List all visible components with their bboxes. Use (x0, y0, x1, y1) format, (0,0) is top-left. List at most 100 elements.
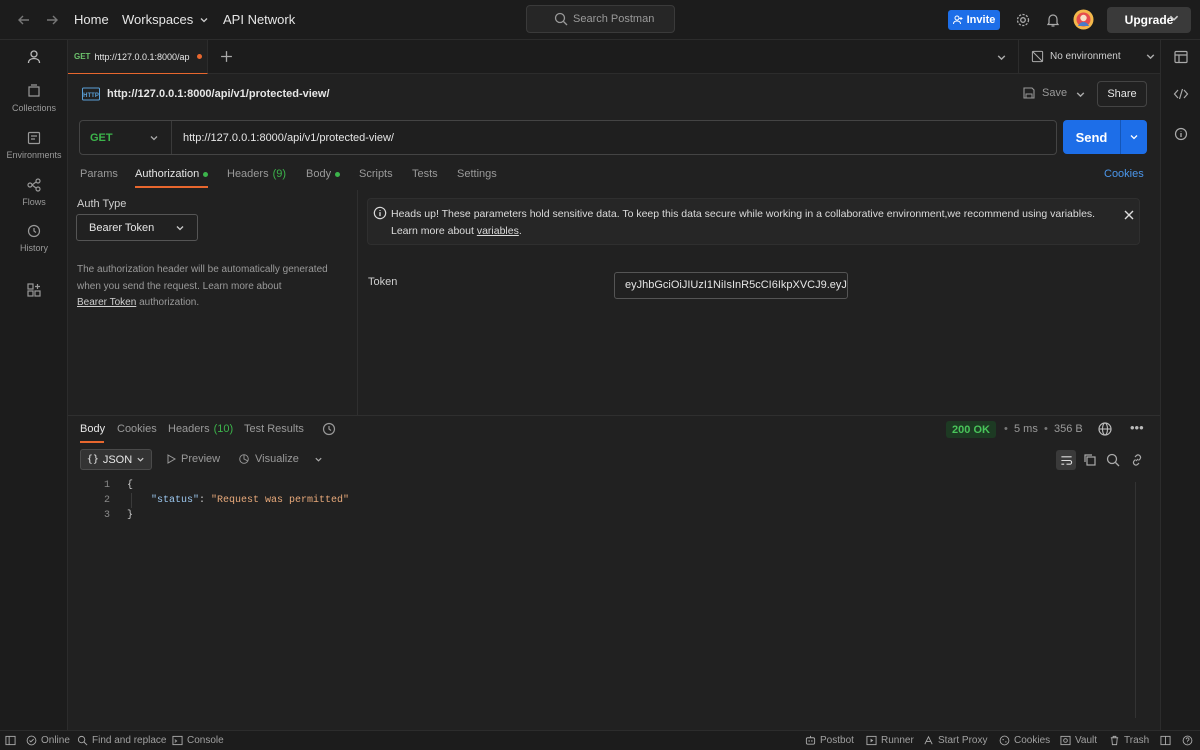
nav-home[interactable]: Home (74, 12, 109, 27)
tab-body-label: Body (306, 168, 332, 180)
globe-icon[interactable] (1097, 421, 1113, 437)
tab-tests[interactable]: Tests (412, 168, 438, 180)
add-user-icon (952, 15, 963, 25)
search-placeholder: Search Postman (573, 13, 655, 25)
nav-workspaces[interactable]: Workspaces (122, 12, 209, 27)
visualize-button[interactable]: Visualize (238, 453, 323, 465)
request-tab[interactable]: GET http://127.0.0.1:8000/ap (68, 40, 208, 74)
find-replace-label: Find and replace (92, 735, 167, 746)
format-select[interactable]: {} JSON (80, 449, 152, 470)
share-button[interactable]: Share (1097, 81, 1147, 107)
more-options-icon[interactable]: ••• (1130, 420, 1144, 435)
trash-button[interactable]: Trash (1109, 735, 1149, 746)
environment-selector[interactable]: No environment (1031, 50, 1156, 63)
tab-body[interactable]: Body (306, 168, 341, 180)
url-input[interactable]: http://127.0.0.1:8000/api/v1/protected-v… (183, 132, 394, 144)
history-icon[interactable] (321, 421, 337, 437)
save-button[interactable]: Save (1022, 86, 1067, 100)
link-icon[interactable] (1129, 452, 1145, 468)
cookies-link[interactable]: Cookies (1104, 168, 1144, 180)
tab-settings[interactable]: Settings (457, 168, 497, 180)
close-icon[interactable] (1123, 209, 1135, 221)
method-select[interactable]: GET (80, 121, 172, 154)
search-box[interactable]: Search Postman (526, 5, 675, 33)
active-tab-indicator (80, 441, 104, 443)
find-replace-button[interactable]: Find and replace (77, 735, 167, 746)
bearer-token-link[interactable]: Bearer Token (77, 297, 136, 308)
response-tab-body[interactable]: Body (80, 423, 105, 435)
bell-icon[interactable] (1045, 12, 1061, 28)
token-input[interactable]: eyJhbGciOiJIUzI1NiIsInR5cCI6IkpXVCJ9.eyJ… (614, 272, 848, 299)
code-line: 2 "status": "Request was permitted" (98, 493, 349, 508)
cookies-label: Cookies (1014, 735, 1051, 746)
history-icon (26, 223, 42, 239)
send-label: Send (1075, 129, 1108, 145)
toggle-sidebar-icon[interactable] (5, 735, 16, 746)
check-circle-icon (26, 735, 37, 746)
response-body-code: 1 { 2 "status": "Request was permitted" … (98, 478, 349, 523)
preview-button[interactable]: Preview (166, 453, 220, 465)
tab-headers[interactable]: Headers (9) (227, 168, 286, 180)
environments-icon (26, 130, 42, 146)
wrap-lines-icon[interactable] (1056, 450, 1076, 470)
code-icon[interactable] (1173, 86, 1189, 102)
runner-button[interactable]: Runner (866, 735, 914, 746)
copy-icon[interactable] (1082, 452, 1098, 468)
tab-method: GET (74, 52, 91, 61)
url-bar: GET http://127.0.0.1:8000/api/v1/protect… (79, 120, 1057, 155)
response-divider (68, 415, 1160, 416)
back-arrow-icon[interactable] (16, 12, 32, 28)
request-name[interactable]: http://127.0.0.1:8000/api/v1/protected-v… (107, 88, 330, 100)
right-sidebar (1160, 40, 1200, 730)
new-tab-plus-icon[interactable] (220, 50, 233, 63)
tab-authorization[interactable]: Authorization (135, 168, 209, 180)
layout-icon[interactable] (1160, 735, 1171, 746)
variables-link[interactable]: variables (477, 225, 519, 237)
save-options-chevron-icon[interactable] (1075, 89, 1086, 100)
chevron-down-icon (315, 457, 322, 462)
divider (1018, 40, 1019, 74)
collections-icon (26, 83, 42, 99)
send-options-chevron-icon[interactable] (1121, 132, 1147, 142)
start-proxy-button[interactable]: Start Proxy (923, 735, 987, 746)
user-icon[interactable] (26, 49, 42, 65)
response-tab-headers[interactable]: Headers (10) (168, 423, 233, 435)
response-tab-cookies[interactable]: Cookies (117, 423, 157, 435)
postbot-button[interactable]: Postbot (805, 735, 854, 746)
rail-collections-label: Collections (11, 103, 57, 113)
online-label: Online (41, 735, 70, 746)
info-icon[interactable] (1173, 126, 1189, 142)
tabs-chevron-down-icon[interactable] (996, 52, 1007, 63)
chevron-down-icon (200, 17, 208, 22)
nav-workspaces-label: Workspaces (122, 12, 194, 27)
runner-icon (866, 735, 877, 746)
tab-scripts[interactable]: Scripts (359, 168, 393, 180)
rail-flows[interactable]: Flows (0, 177, 68, 207)
online-status[interactable]: Online (26, 735, 70, 746)
help-icon[interactable] (1182, 735, 1193, 746)
vault-button[interactable]: Vault (1060, 735, 1097, 746)
tab-params[interactable]: Params (80, 168, 118, 180)
gear-icon[interactable] (1015, 12, 1031, 28)
rail-environments[interactable]: Environments (0, 130, 68, 160)
rail-collections[interactable]: Collections (0, 83, 68, 113)
code-line: 3 } (98, 508, 349, 523)
forward-arrow-icon[interactable] (44, 12, 60, 28)
send-button[interactable]: Send (1063, 120, 1147, 154)
environment-quicklook-icon[interactable] (1173, 49, 1189, 65)
auth-type-select[interactable]: Bearer Token (76, 214, 198, 241)
rail-history[interactable]: History (0, 223, 68, 253)
visualize-icon (239, 454, 249, 464)
response-tab-test-results[interactable]: Test Results (244, 423, 304, 435)
chevron-down-icon[interactable] (1168, 12, 1180, 24)
search-icon[interactable] (1105, 452, 1121, 468)
scrollbar[interactable] (1135, 482, 1136, 718)
avatar[interactable] (1073, 9, 1094, 30)
trash-icon (1110, 735, 1119, 746)
nav-api-network[interactable]: API Network (223, 12, 295, 27)
cookies-button[interactable]: Cookies (999, 735, 1050, 746)
vault-icon (1060, 735, 1071, 746)
console-button[interactable]: Console (172, 735, 224, 746)
configure-sidebar-icon[interactable] (26, 282, 42, 298)
invite-button[interactable]: Invite (948, 10, 1000, 30)
